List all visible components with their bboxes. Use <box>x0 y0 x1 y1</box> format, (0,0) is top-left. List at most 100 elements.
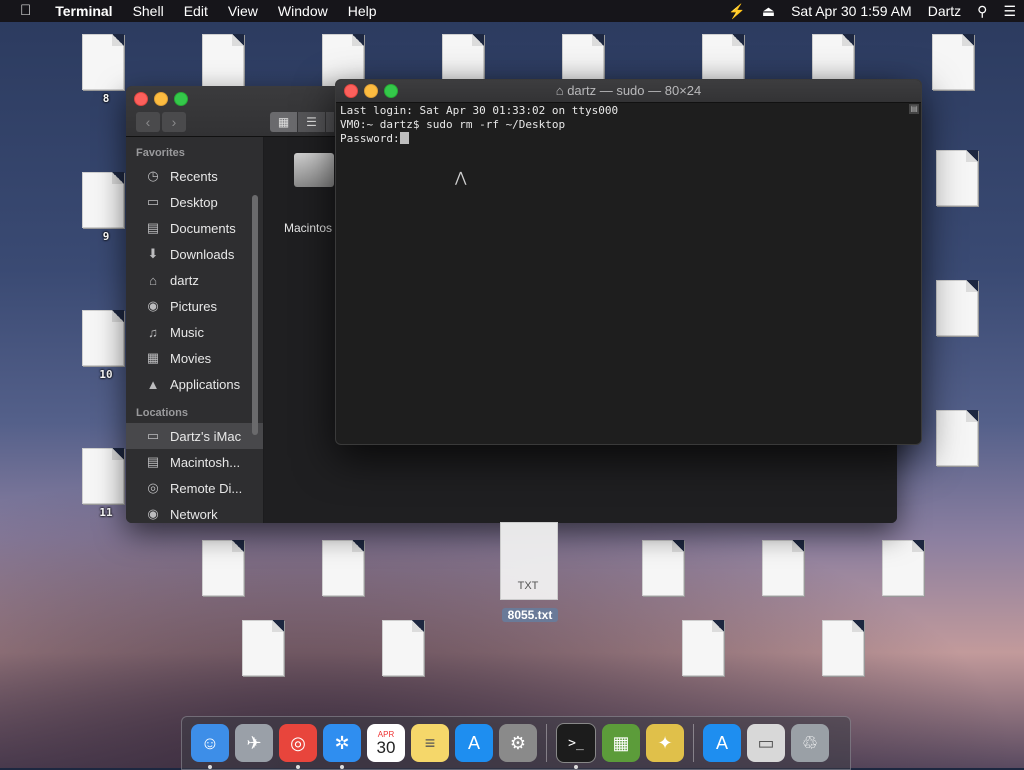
column-view-button[interactable] <box>326 112 334 132</box>
sidebar-item-macintosh-hd[interactable]: ▤ Macintosh... <box>126 449 263 475</box>
appstore-icon[interactable]: A <box>455 724 493 762</box>
running-indicator <box>574 765 578 769</box>
sidebar-header-locations: Locations <box>136 407 188 419</box>
terminal-prompt: Password: <box>340 132 400 145</box>
menu-help[interactable]: Help <box>338 0 387 22</box>
desktop-file-icon[interactable] <box>930 280 990 368</box>
menu-window[interactable]: Window <box>268 0 338 22</box>
terminal-title: ⌂ dartz — sudo — 80×24 <box>555 83 702 98</box>
film-icon: ▦ <box>146 350 160 365</box>
clock[interactable]: Sat Apr 30 1:59 AM <box>783 0 920 22</box>
desktop-file-icon[interactable] <box>930 150 990 238</box>
sidebar-item-downloads[interactable]: ⬇ Downloads <box>126 241 263 267</box>
sidebar-item-home[interactable]: ⌂ dartz <box>126 267 263 293</box>
terminal-line: VM0:~ dartz$ sudo rm -rf ~/Desktop <box>340 118 566 131</box>
trash-icon[interactable]: ♲ <box>791 724 829 762</box>
sidebar-item-remote-disc[interactable]: ◎ Remote Di... <box>126 475 263 501</box>
ibeam-cursor-icon: ⋀ <box>455 170 467 186</box>
sidebar-item-recents[interactable]: ◷ Recents <box>126 163 263 189</box>
menu-bar:  Terminal Shell Edit View Window Help ⚡… <box>0 0 1024 22</box>
menu-edit[interactable]: Edit <box>174 0 218 22</box>
running-indicator <box>208 765 212 769</box>
document-icon[interactable]: ▭ <box>747 724 785 762</box>
terminal-icon[interactable]: >_ <box>556 723 596 769</box>
finder-icon[interactable]: ☺ <box>191 724 229 769</box>
camera-icon: ◉ <box>147 298 159 313</box>
hard-drive-icon[interactable] <box>294 147 334 195</box>
sidebar-header-favorites: Favorites <box>136 147 185 159</box>
minimize-button[interactable] <box>154 92 168 106</box>
app-menu[interactable]: Terminal <box>45 0 122 22</box>
menu-shell[interactable]: Shell <box>123 0 174 22</box>
desktop-file-icon[interactable] <box>236 620 296 708</box>
home-icon: ⌂ <box>555 83 568 98</box>
dock-separator <box>546 724 547 762</box>
dock-separator <box>693 724 694 762</box>
notification-center-icon[interactable]: ☰ <box>995 0 1024 22</box>
compass-icon[interactable]: ✲ <box>323 724 361 769</box>
sidebar-item-imac[interactable]: ▭ Dartz's iMac <box>126 423 263 449</box>
rocket-icon[interactable]: ✈ <box>235 724 273 762</box>
chrome-icon[interactable]: ◎ <box>279 724 317 769</box>
scrollbar-toggle-icon[interactable]: ▤ <box>909 104 919 114</box>
appstore-icon[interactable]: A <box>703 724 741 762</box>
sidebar-item-network[interactable]: ◉ Network <box>126 501 263 523</box>
terminal-line: Last login: Sat Apr 30 01:33:02 on ttys0… <box>340 104 619 117</box>
apple-menu-icon[interactable]:  <box>0 0 45 22</box>
forward-button[interactable]: › <box>162 112 186 132</box>
desktop-file-icon[interactable] <box>930 410 990 498</box>
close-button[interactable] <box>134 92 148 106</box>
desktop-file-icon[interactable] <box>876 540 936 628</box>
text-cursor <box>399 132 409 144</box>
menu-extras: ⚡ ⏏ Sat Apr 30 1:59 AM Dartz ⚲ ☰ <box>720 0 1024 22</box>
running-indicator <box>340 765 344 769</box>
disk-icon: ▤ <box>146 454 160 469</box>
desktop-file-icon[interactable] <box>676 620 736 708</box>
sidebar-item-movies[interactable]: ▦ Movies <box>126 345 263 371</box>
desktop-file-icon[interactable] <box>376 620 436 708</box>
back-button[interactable]: ‹ <box>136 112 160 132</box>
music-icon: ♫ <box>148 324 158 340</box>
calendar-day: 30 <box>376 738 396 757</box>
network-icon: ◉ <box>147 506 159 521</box>
finder-sidebar: Favorites ◷ Recents ▭ Desktop ▤ Documents ⬇… <box>126 137 264 523</box>
sidebar-scrollbar[interactable] <box>252 195 258 435</box>
sidebar-item-pictures[interactable]: ◉ Pictures <box>126 293 263 319</box>
dragged-file[interactable]: TXT 8055.txt <box>488 522 568 632</box>
disc-icon: ◎ <box>147 480 159 495</box>
minecraft-icon[interactable]: ▦ <box>602 724 640 762</box>
sidebar-item-applications[interactable]: ▲ Applications <box>126 371 263 397</box>
calendar-icon[interactable]: APR 30 <box>367 724 405 762</box>
desktop-file-icon[interactable] <box>756 540 816 628</box>
icon-view-button[interactable]: ▦ <box>270 112 297 132</box>
menu-view[interactable]: View <box>218 0 268 22</box>
sidebar-item-music[interactable]: ♫ Music <box>126 319 263 345</box>
gear-icon[interactable]: ⚙ <box>499 724 537 762</box>
desktop-file-icon[interactable] <box>926 34 986 122</box>
user-menu[interactable]: Dartz <box>920 0 969 22</box>
clock-icon: ◷ <box>147 168 159 183</box>
applications-icon: ▲ <box>146 376 160 392</box>
bolt-icon[interactable]: ⚡ <box>720 0 753 22</box>
desktop-file-icon[interactable] <box>816 620 876 708</box>
zoom-button[interactable] <box>174 92 188 106</box>
file-name-label: 8055.txt <box>502 608 558 622</box>
sidebar-item-desktop[interactable]: ▭ Desktop <box>126 189 263 215</box>
desktop-file-icon[interactable] <box>636 540 696 628</box>
desktop-file-icon[interactable] <box>316 540 376 628</box>
home-icon: ⌂ <box>149 272 157 288</box>
terminal-titlebar[interactable]: ⌂ dartz — sudo — 80×24 <box>336 80 921 103</box>
running-indicator <box>296 765 300 769</box>
python-icon[interactable]: ✦ <box>646 724 684 762</box>
sidebar-item-documents[interactable]: ▤ Documents <box>126 215 263 241</box>
dock: ☺ ✈ ◎ ✲ APR 30 ≡ A ⚙ >_ ▦ ✦ A ▭ ♲ <box>181 716 851 770</box>
terminal-window: ⌂ dartz — sudo — 80×24 Last login: Sat A… <box>335 79 922 445</box>
desktop-icon: ▭ <box>146 194 160 209</box>
eject-icon[interactable]: ⏏ <box>754 0 783 22</box>
desktop-file-icon[interactable] <box>196 540 256 628</box>
notes-icon[interactable]: ≡ <box>411 724 449 762</box>
file-extension-label: TXT <box>517 580 539 592</box>
terminal-output[interactable]: Last login: Sat Apr 30 01:33:02 on ttys0… <box>340 104 618 146</box>
list-view-button[interactable]: ☰ <box>298 112 325 132</box>
spotlight-search-icon[interactable]: ⚲ <box>969 0 995 22</box>
